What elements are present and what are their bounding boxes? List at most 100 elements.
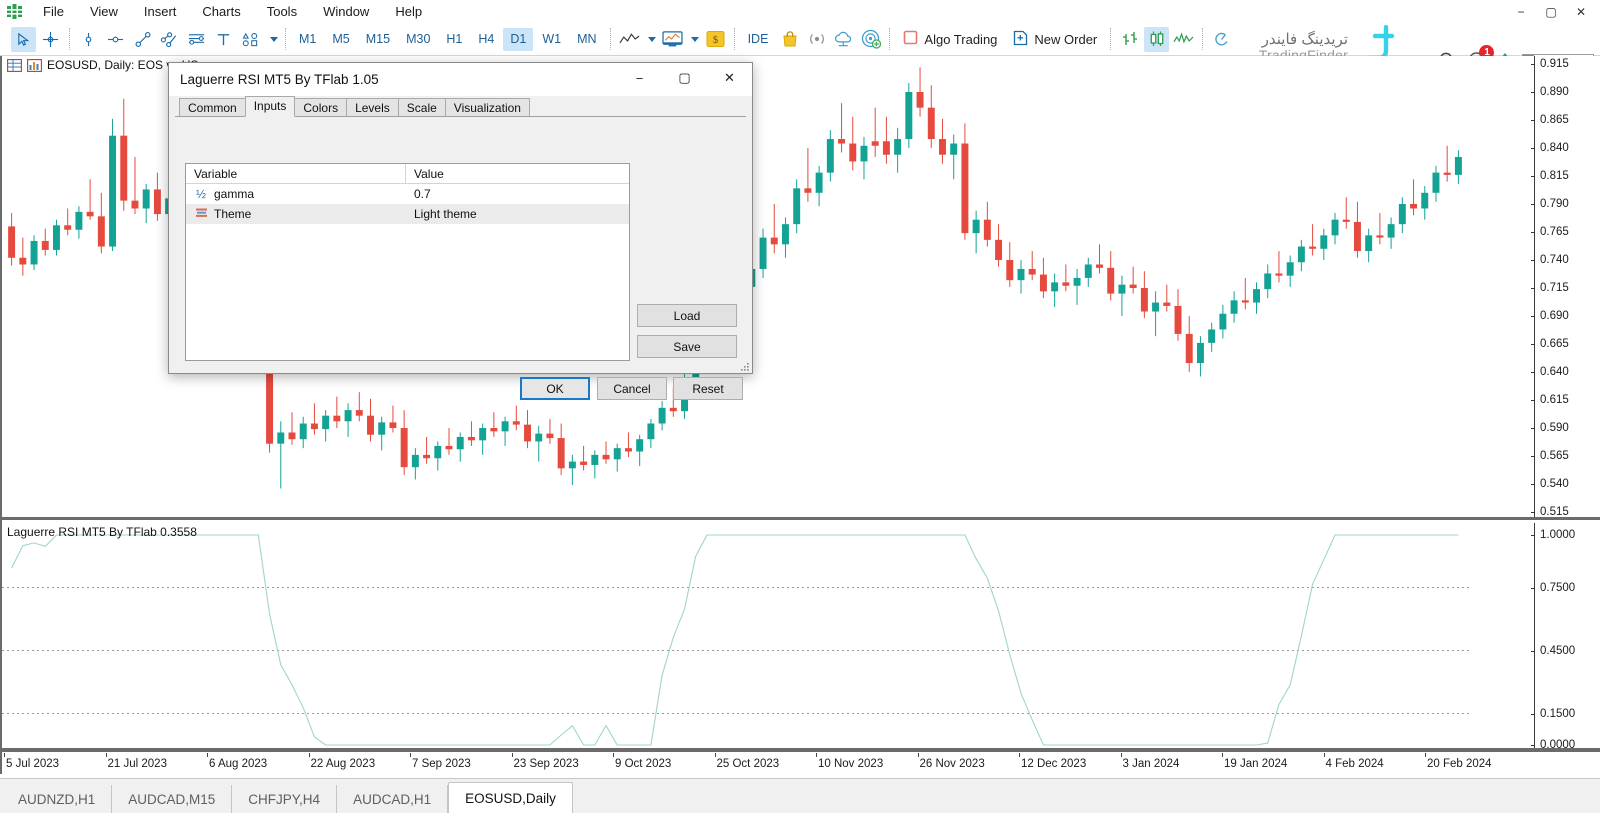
window-close-button[interactable]: ✕	[1566, 2, 1596, 21]
candle-body	[984, 220, 991, 240]
dollar-icon[interactable]: $	[703, 27, 728, 52]
candlestick-chart-icon[interactable]	[1144, 27, 1169, 52]
indicator-properties-dialog: Laguerre RSI MT5 By TFlab 1.05 − ▢ ✕ Com…	[168, 62, 753, 374]
price-axis-tick	[1531, 316, 1535, 317]
cursor-arrow-icon[interactable]	[11, 27, 36, 52]
timeframe-mn[interactable]: MN	[570, 28, 603, 51]
market-bag-icon[interactable]	[777, 27, 802, 52]
input-variable-gamma: ½ gamma	[186, 184, 406, 204]
chart-tab-audcad-h1[interactable]: AUDCAD,H1	[337, 785, 448, 813]
table-row[interactable]: Theme Light theme	[186, 204, 629, 224]
reset-button[interactable]: Reset	[673, 377, 743, 400]
indicator-axis[interactable]: 1.00000.75000.45000.15000.0000	[1534, 523, 1600, 752]
shapes-icon[interactable]	[238, 27, 263, 52]
candle-body	[872, 141, 879, 145]
chart-tab-audcad-m15[interactable]: AUDCAD,M15	[112, 785, 232, 813]
autoscroll-icon[interactable]	[1209, 27, 1234, 52]
timeframe-w1[interactable]: W1	[535, 28, 568, 51]
date-axis-tick	[816, 753, 817, 757]
price-axis-tick	[1531, 456, 1535, 457]
tab-levels[interactable]: Levels	[346, 98, 399, 117]
window-minimize-button[interactable]: −	[1506, 2, 1536, 21]
candle-body	[1354, 222, 1361, 251]
tab-inputs[interactable]: Inputs	[245, 96, 296, 117]
tab-visualization[interactable]: Visualization	[445, 98, 530, 117]
signals-broadcast-icon[interactable]	[804, 27, 829, 52]
date-axis-tick	[207, 753, 208, 757]
chart-data-window-icon[interactable]	[7, 59, 22, 72]
vertical-line-icon[interactable]	[76, 27, 101, 52]
menu-tools[interactable]: Tools	[254, 2, 310, 21]
timeframe-d1[interactable]: D1	[503, 28, 533, 51]
indicator-axis-tick	[1531, 714, 1535, 715]
load-button[interactable]: Load	[637, 304, 737, 327]
ok-button[interactable]: OK	[520, 377, 590, 400]
crosshair-icon[interactable]	[38, 27, 63, 52]
bar-chart-icon[interactable]	[1117, 27, 1142, 52]
menu-window[interactable]: Window	[310, 2, 382, 21]
tab-scale[interactable]: Scale	[398, 98, 446, 117]
date-axis[interactable]: 5 Jul 202321 Jul 20236 Aug 202322 Aug 20…	[2, 756, 1600, 774]
timeframe-m15[interactable]: M15	[359, 28, 397, 51]
templates-dropdown-icon[interactable]	[687, 27, 701, 52]
input-value-theme[interactable]: Light theme	[406, 207, 629, 221]
candle-body	[939, 139, 946, 155]
candle-body	[1040, 275, 1047, 292]
save-button[interactable]: Save	[637, 335, 737, 358]
trendline-icon[interactable]	[130, 27, 155, 52]
candle-body	[1085, 264, 1092, 277]
candle-body	[1376, 235, 1383, 237]
toolbar-separator-7	[1202, 28, 1203, 50]
price-axis-tick	[1531, 92, 1535, 93]
timeframe-m5[interactable]: M5	[325, 28, 356, 51]
dialog-title-bar[interactable]: Laguerre RSI MT5 By TFlab 1.05 − ▢ ✕	[169, 63, 752, 96]
price-axis[interactable]: 0.9150.8900.8650.8400.8150.7900.7650.740…	[1534, 56, 1600, 520]
chart-templates-icon[interactable]	[660, 27, 685, 52]
equidistant-channel-icon[interactable]	[157, 27, 182, 52]
date-axis-tick	[715, 753, 716, 757]
indicator-subwindow[interactable]: Laguerre RSI MT5 By TFlab 0.3558 1.00000…	[2, 523, 1600, 752]
chart-tab-audnzd-h1[interactable]: AUDNZD,H1	[2, 785, 112, 813]
price-axis-label: 0.840	[1540, 142, 1569, 154]
timeframe-m1[interactable]: M1	[292, 28, 323, 51]
vps-cloud-icon[interactable]	[831, 27, 856, 52]
horizontal-line-icon[interactable]	[103, 27, 128, 52]
input-value-gamma[interactable]: 0.7	[406, 187, 629, 201]
menu-file[interactable]: File	[30, 2, 77, 21]
dialog-body: Common Inputs Colors Levels Scale Visual…	[169, 96, 752, 373]
text-label-icon[interactable]	[211, 27, 236, 52]
timeframe-h1[interactable]: H1	[439, 28, 469, 51]
fibonacci-icon[interactable]	[184, 27, 209, 52]
shapes-dropdown-icon[interactable]	[265, 27, 279, 52]
timeframe-m30[interactable]: M30	[399, 28, 437, 51]
tab-colors[interactable]: Colors	[294, 98, 347, 117]
candle-body	[771, 238, 778, 245]
candle-body	[1253, 289, 1260, 302]
copy-trading-icon[interactable]	[858, 27, 883, 52]
algo-trading-button[interactable]: Algo Trading	[895, 27, 1005, 52]
line-chart-icon[interactable]	[1171, 27, 1196, 52]
menu-charts[interactable]: Charts	[189, 2, 253, 21]
price-axis-label: 0.590	[1540, 422, 1569, 434]
inputs-grid[interactable]: Variable Value ½ gamma 0.7 Theme	[185, 163, 630, 361]
menu-help[interactable]: Help	[382, 2, 435, 21]
chart-tab-chfjpy-h4[interactable]: CHFJPY,H4	[232, 785, 337, 813]
indicators-line-icon[interactable]	[617, 27, 642, 52]
candle-body	[154, 189, 161, 214]
indicators-dropdown-icon[interactable]	[644, 27, 658, 52]
chart-tab-eosusd-daily[interactable]: EOSUSD,Daily	[448, 782, 573, 813]
dialog-resize-grip[interactable]	[738, 359, 750, 371]
tab-common[interactable]: Common	[179, 98, 246, 117]
window-maximize-button[interactable]: ▢	[1536, 2, 1566, 21]
menu-insert[interactable]: Insert	[131, 2, 190, 21]
dialog-close-button[interactable]: ✕	[707, 63, 752, 93]
cancel-button[interactable]: Cancel	[597, 377, 667, 400]
timeframe-h4[interactable]: H4	[471, 28, 501, 51]
ide-button[interactable]: IDE	[741, 28, 776, 51]
dialog-maximize-button[interactable]: ▢	[662, 63, 707, 93]
chart-properties-icon[interactable]	[27, 59, 42, 72]
new-order-button[interactable]: New Order	[1005, 27, 1105, 52]
table-row[interactable]: ½ gamma 0.7	[186, 184, 629, 204]
dialog-minimize-button[interactable]: −	[617, 63, 662, 93]
menu-view[interactable]: View	[77, 2, 131, 21]
